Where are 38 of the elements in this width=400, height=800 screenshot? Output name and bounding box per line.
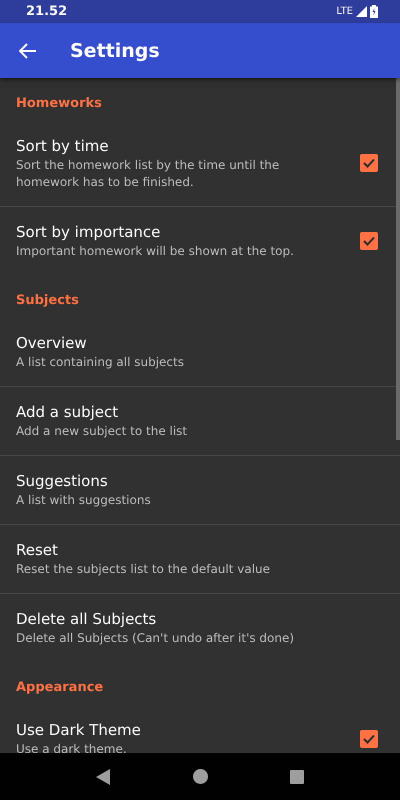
item-summary: A list containing all subjects — [16, 354, 185, 371]
item-summary: Delete all Subjects (Can't undo after it's done) — [16, 630, 296, 647]
checkbox[interactable] — [360, 154, 378, 172]
settings-item[interactable]: Delete all Subjects Delete all Subjects (Can't undo after it's done) — [0, 593, 400, 662]
settings-item[interactable]: Overview A list containing all subjects — [0, 318, 400, 386]
back-arrow-icon — [19, 42, 37, 58]
clock: 21.52 — [26, 4, 68, 19]
recents-icon[interactable] — [290, 770, 304, 784]
settings-item[interactable]: Reset Reset the subjects list to the default value — [0, 524, 400, 593]
item-title: Add a subject — [16, 402, 120, 423]
item-title: Delete all Subjects — [16, 609, 158, 630]
item-title: Overview — [16, 333, 88, 354]
item-title: Use Dark Theme — [16, 720, 142, 741]
item-summary: A list with suggestions — [16, 492, 152, 509]
screen-title: Settings — [70, 40, 160, 62]
item-title: Suggestions — [16, 471, 109, 492]
item-title: Sort by importance — [16, 222, 162, 243]
network-label: LTE — [336, 6, 353, 17]
checkbox[interactable] — [360, 730, 378, 748]
category-title: Homeworks — [15, 95, 103, 113]
item-summary: Important homework will be shown at the top. — [16, 243, 295, 260]
item-title: Sort by time — [16, 136, 110, 157]
settings-item[interactable]: Use Dark Theme Use a dark theme. — [0, 705, 400, 753]
item-summary: Add a new subject to the list — [16, 423, 188, 440]
back-icon[interactable] — [96, 768, 112, 784]
item-summary: Reset the subjects list to the default value — [16, 561, 272, 578]
item-summary: Sort the homework list by the time until the homework has to be finished. — [16, 157, 280, 191]
check-icon — [362, 156, 376, 170]
settings-item[interactable]: Suggestions A list with suggestions — [0, 455, 400, 524]
category-title: Appearance — [15, 679, 104, 697]
settings-item[interactable]: Sort by time Sort the homework list by the time until the homework has to be finished. — [0, 121, 400, 206]
signal-icon — [356, 6, 367, 17]
home-icon[interactable] — [193, 769, 208, 784]
battery-icon — [370, 5, 378, 18]
checkbox[interactable] — [360, 232, 378, 250]
item-summary: Use a dark theme. — [16, 741, 128, 753]
category-title: Subjects — [15, 292, 80, 310]
item-title: Reset — [16, 540, 59, 561]
